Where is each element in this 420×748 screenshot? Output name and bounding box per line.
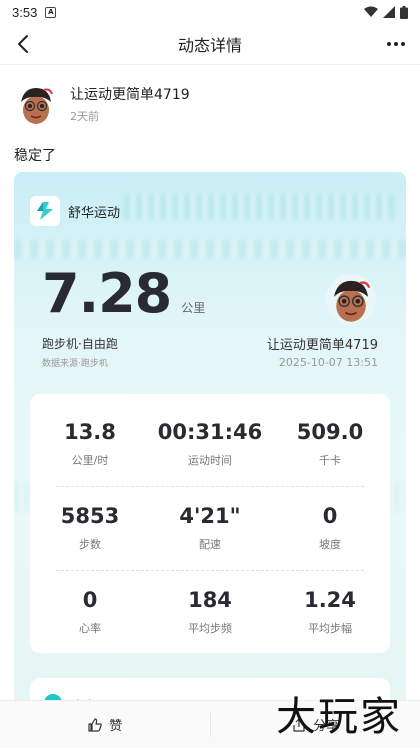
more-dots-icon[interactable]	[384, 32, 408, 56]
stat-value: 13.8	[64, 420, 116, 444]
status-time: 3:53	[12, 4, 38, 20]
signal-icon	[383, 6, 395, 18]
stat-value: 0	[322, 504, 338, 528]
stat-value: 0	[82, 588, 98, 612]
author-name[interactable]: 让运动更简单4719	[70, 84, 190, 104]
author-avatar[interactable]	[14, 82, 58, 126]
stat-cadence: 184 平均步频	[150, 588, 270, 636]
post-text: 稳定了	[14, 148, 56, 164]
stat-label: 坡度	[319, 538, 341, 551]
brand-row: 舒华运动	[30, 196, 120, 226]
like-button[interactable]: 赞	[0, 701, 210, 748]
card-user-name: 让运动更简单4719	[266, 338, 378, 353]
stat-label: 运动时间	[188, 454, 232, 467]
status-bar: 3:53 A	[0, 0, 420, 24]
stat-label: 配速	[199, 538, 221, 551]
stat-label: 步数	[79, 538, 101, 551]
top-nav: 动态详情	[0, 24, 420, 64]
stat-value: 00:31:46	[157, 420, 263, 444]
distance-unit: 公里	[181, 301, 206, 315]
sim-icon: A	[45, 6, 57, 18]
stat-label: 公里/时	[71, 454, 109, 467]
distance-value: 7.28	[42, 262, 172, 325]
stat-value: 509.0	[296, 420, 364, 444]
back-icon[interactable]	[12, 32, 36, 56]
stat-value: 4'21"	[179, 504, 241, 528]
wifi-icon	[364, 6, 378, 17]
stat-incline: 0 坡度	[270, 504, 390, 552]
stat-divider	[56, 570, 364, 571]
stats-panel: 13.8 公里/时 00:31:46 运动时间 509.0 千卡 5853 步数…	[30, 394, 390, 653]
author-meta: 让运动更简单4719 2天前	[70, 84, 190, 124]
stat-speed: 13.8 公里/时	[30, 420, 150, 468]
stat-label: 千卡	[319, 454, 341, 467]
card-decor	[14, 240, 406, 258]
card-decor	[124, 194, 394, 220]
post-time: 2天前	[70, 110, 99, 123]
card-user-avatar	[326, 274, 376, 324]
stat-divider	[56, 486, 364, 487]
workout-card: 舒华运动 7.28 公里 跑步机·自由跑 数据来源·跑步机 让运动更简单4719…	[14, 172, 406, 712]
stat-calories: 509.0 千卡	[270, 420, 390, 468]
distance-display: 7.28 公里	[42, 262, 205, 325]
stat-pace: 4'21" 配速	[150, 504, 270, 552]
stat-stride: 1.24 平均步幅	[270, 588, 390, 636]
page-title: 动态详情	[177, 36, 242, 55]
battery-icon	[400, 5, 408, 19]
stat-label: 心率	[79, 622, 101, 635]
stat-value: 1.24	[304, 588, 356, 612]
stat-steps: 5853 步数	[30, 504, 150, 552]
thumbs-up-icon	[88, 717, 102, 732]
watermark: 大玩家	[276, 694, 402, 740]
run-type: 跑步机·自由跑	[42, 337, 118, 351]
stat-label: 平均步幅	[308, 622, 352, 635]
stat-value: 5853	[60, 504, 120, 528]
stat-value: 184	[188, 588, 232, 612]
workout-date: 2025-10-07 13:51	[278, 356, 378, 369]
header-divider	[0, 64, 420, 65]
stat-heart-rate: 0 心率	[30, 588, 150, 636]
like-label: 赞	[109, 719, 123, 734]
data-source: 数据来源·跑步机	[42, 359, 108, 369]
shuhua-logo-icon	[30, 196, 60, 226]
stat-label: 平均步频	[188, 622, 232, 635]
post-author-row: 让运动更简单4719 2天前	[14, 82, 190, 126]
brand-name: 舒华运动	[68, 205, 121, 221]
status-icons	[364, 5, 408, 19]
stat-duration: 00:31:46 运动时间	[150, 420, 270, 468]
